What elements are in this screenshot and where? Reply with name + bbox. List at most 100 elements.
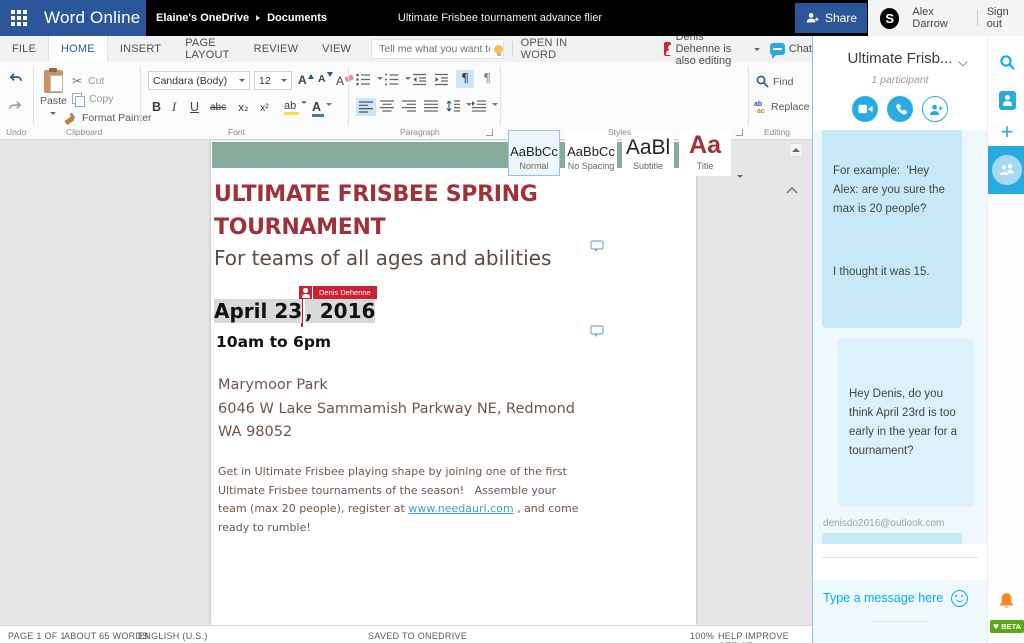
line-spacing-button[interactable] [446, 100, 472, 112]
tab-insert[interactable]: INSERT [108, 36, 173, 62]
tell-me-box[interactable] [371, 39, 505, 59]
find-button[interactable]: Find [756, 75, 793, 88]
format-painter-label: Format Painter [82, 112, 152, 124]
decrease-indent-button[interactable] [412, 73, 427, 86]
status-page-count[interactable]: PAGE 1 OF 1 [8, 631, 66, 641]
tab-view[interactable]: VIEW [310, 36, 363, 62]
replace-button[interactable]: ab ac Replace [754, 100, 810, 114]
app-launcher-icon[interactable] [11, 9, 28, 27]
style-normal[interactable]: AaBbCc Normal [508, 130, 560, 176]
superscript-button[interactable]: x² [260, 102, 269, 114]
bullets-button[interactable] [356, 73, 383, 86]
status-zoom-level[interactable]: 100% [690, 631, 714, 641]
paragraph-direction-button[interactable]: ¶ [478, 70, 496, 88]
align-right-button[interactable] [402, 100, 416, 112]
breadcrumb-separator-icon [256, 15, 261, 21]
ribbon-divider [140, 66, 141, 125]
svg-text:ab: ab [754, 101, 762, 108]
comment-bubble-icon[interactable] [590, 325, 605, 339]
tell-me-input[interactable] [372, 43, 491, 55]
venue-line-3: WA 98052 [218, 424, 293, 440]
redo-button[interactable] [8, 100, 23, 114]
ribbon-divider [33, 66, 34, 125]
contacts-icon [998, 91, 1016, 110]
italic-button[interactable]: I [172, 100, 176, 115]
justify-button[interactable] [424, 100, 438, 112]
align-left-icon [359, 101, 373, 113]
copy-button[interactable]: Copy [72, 93, 114, 107]
numbering-button[interactable] [384, 73, 411, 86]
status-help-improve[interactable]: HELP IMPROVE OFFICE [718, 631, 812, 643]
emoticon-picker-icon[interactable] [951, 589, 968, 607]
open-in-word-button[interactable]: OPEN IN WORD [521, 36, 568, 62]
align-center-button[interactable] [380, 100, 394, 112]
underline-button[interactable]: U [190, 100, 199, 114]
tab-home[interactable]: HOME [48, 36, 108, 62]
tab-page-layout[interactable]: PAGE LAYOUT [173, 36, 241, 62]
ribbon: Undo Paste ✂ Cut Copy Format Painter Cli… [0, 62, 812, 194]
document-page[interactable]: ULTIMATE FRISBEE SPRING TOURNAMENT For t… [211, 141, 696, 625]
edit-message-pencil-icon[interactable]: ✎ [945, 541, 954, 544]
status-language[interactable]: ENGLISH (U.S.) [138, 631, 208, 641]
font-name-select[interactable]: Candara (Body) [148, 71, 250, 90]
new-conversation-button[interactable]: + [988, 121, 1024, 143]
document-canvas[interactable]: ULTIMATE FRISBEE SPRING TOURNAMENT For t… [0, 141, 812, 625]
scrollbar-up-button[interactable] [789, 143, 803, 157]
style-no-spacing-label: No Spacing [567, 161, 615, 171]
group-label-styles: Styles [608, 127, 632, 137]
chat-message-list[interactable]: For example: 'Hey Alex: are you sure the… [813, 130, 987, 544]
skype-icon[interactable]: S [880, 7, 900, 29]
contacts-button[interactable] [988, 91, 1024, 110]
special-indent-button[interactable] [472, 100, 498, 112]
coauthor-status[interactable]: Denis Dehenne is also editing [663, 31, 760, 67]
font-size-value: 12 [259, 74, 271, 87]
align-left-button[interactable] [356, 98, 376, 116]
cut-button[interactable]: ✂ Cut [72, 74, 104, 88]
format-painter-button[interactable]: Format Painter [64, 112, 151, 124]
add-participant-button[interactable] [922, 96, 948, 122]
increase-indent-button[interactable] [434, 73, 449, 86]
font-size-select[interactable]: 12 [254, 71, 292, 90]
shrink-font-button[interactable]: A [318, 72, 333, 85]
paste-label: Paste [40, 95, 67, 107]
coauthor-flag[interactable]: Denis Dehenne [299, 286, 377, 299]
paragraph-dialog-launcher[interactable] [486, 129, 493, 136]
comment-bubble-icon[interactable] [590, 240, 605, 254]
tab-review[interactable]: REVIEW [242, 36, 311, 62]
clear-formatting-button[interactable]: A [336, 73, 354, 88]
video-call-button[interactable] [852, 96, 878, 122]
app-name: Word Online [44, 8, 141, 27]
group-label-editing: Editing [764, 127, 790, 137]
subscript-button[interactable]: x₂ [238, 102, 248, 114]
registration-link[interactable]: www.needaurl.com [408, 502, 513, 515]
shrink-font-glyph: A [318, 73, 326, 85]
tab-file[interactable]: FILE [0, 36, 48, 62]
venue-line-1: Marymoor Park [218, 377, 328, 393]
flier-body-paragraph: Get in Ultimate Frisbee playing shape by… [218, 463, 586, 537]
coauthor-flag-person-icon [299, 286, 312, 299]
numbered-list-icon [385, 73, 399, 86]
styles-dialog-launcher[interactable] [736, 129, 743, 136]
notifications-bell-icon[interactable] [998, 592, 1015, 610]
grow-font-button[interactable]: A [298, 73, 314, 87]
chat-toggle-button[interactable]: Chat [769, 36, 812, 62]
paste-button[interactable]: Paste [40, 68, 67, 118]
show-paragraph-marks-button[interactable]: ¶ [456, 70, 474, 88]
styles-gallery-caret[interactable] [737, 175, 743, 181]
chat-message-input[interactable] [823, 591, 943, 605]
share-button[interactable]: Share [795, 3, 867, 33]
conversations-button-active[interactable] [988, 146, 1024, 194]
breadcrumb-root[interactable]: Elaine's OneDrive [156, 12, 249, 24]
voice-call-button[interactable] [887, 96, 913, 122]
user-name[interactable]: Alex Darrow [912, 6, 967, 30]
status-word-count[interactable]: ABOUT 65 WORDS [64, 631, 149, 641]
bold-button[interactable]: B [152, 100, 161, 114]
highlight-color-button[interactable]: ab [284, 100, 308, 115]
strikethrough-button[interactable]: abc [210, 102, 226, 113]
search-button[interactable] [988, 54, 1024, 71]
collapse-ribbon-chevron-icon[interactable] [786, 186, 798, 194]
style-title[interactable]: Aa Title [679, 130, 731, 176]
undo-button[interactable] [8, 72, 23, 86]
sign-out-link[interactable]: Sign out [987, 6, 1024, 30]
font-color-button[interactable]: A [312, 100, 333, 117]
